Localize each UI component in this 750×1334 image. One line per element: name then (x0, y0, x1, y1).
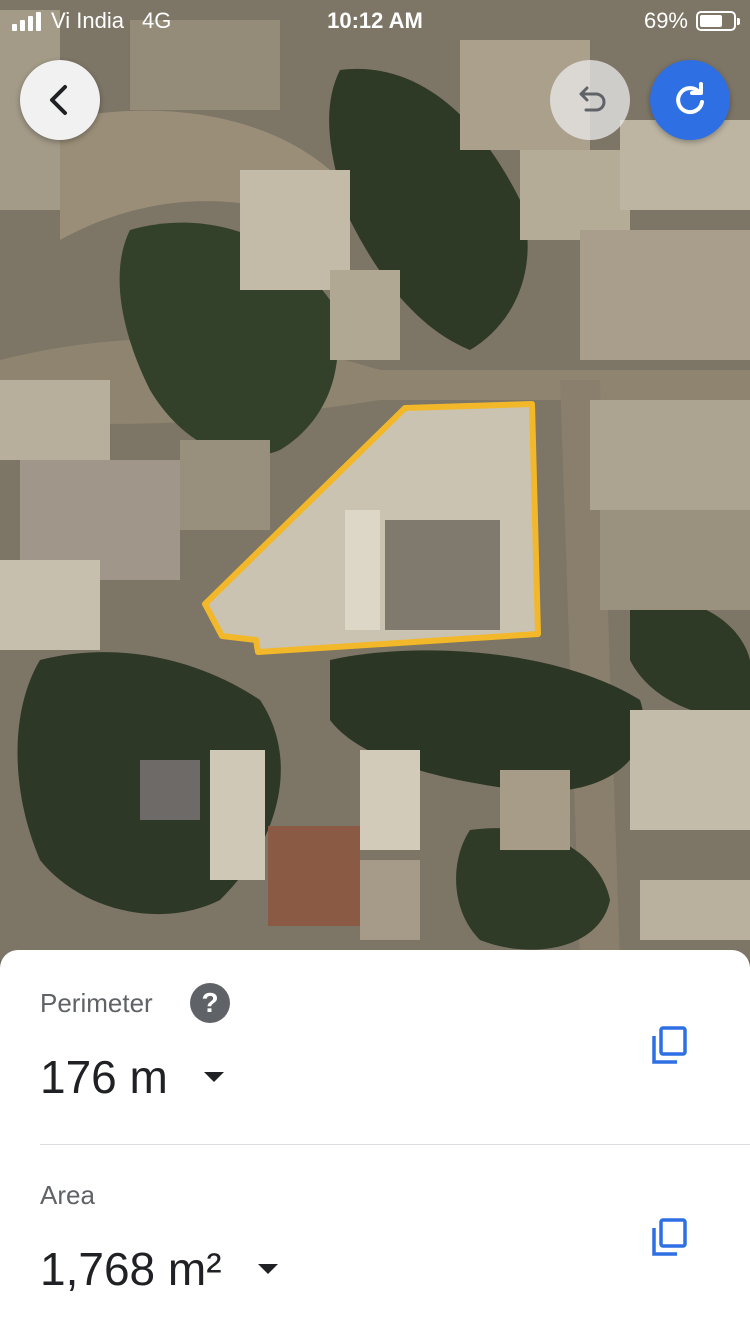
back-button[interactable] (20, 60, 100, 140)
area-value: 1,768 m² (40, 1243, 222, 1295)
undo-icon (579, 86, 606, 112)
chevron-left-icon (50, 85, 67, 115)
copy-icon[interactable] (650, 1026, 688, 1066)
undo-button[interactable] (550, 60, 630, 140)
area-value-selector[interactable]: 1,768 m² (40, 1242, 278, 1296)
battery-icon (696, 11, 740, 31)
area-label: Area (40, 1180, 95, 1210)
divider (40, 1144, 750, 1145)
perimeter-value-selector[interactable]: 176 m (40, 1050, 224, 1104)
question-mark-icon[interactable]: ? (190, 983, 230, 1023)
redo-icon (676, 82, 704, 115)
perimeter-value: 176 m (40, 1051, 168, 1103)
copy-icon[interactable] (650, 1218, 688, 1258)
battery-percent: 69% (643, 8, 688, 33)
measurement-panel: Perimeter ? 176 m Area 1,768 m² (0, 950, 750, 1334)
map-imagery (0, 0, 750, 960)
caret-down-icon (203, 1072, 224, 1082)
status-bar: Vi India 4G 10:12 AM 69% (0, 0, 750, 40)
satellite-map[interactable] (0, 0, 750, 960)
clock: 10:12 AM (327, 8, 423, 33)
caret-down-icon (257, 1264, 278, 1274)
perimeter-label: Perimeter (40, 988, 153, 1018)
redo-button[interactable] (650, 60, 730, 140)
